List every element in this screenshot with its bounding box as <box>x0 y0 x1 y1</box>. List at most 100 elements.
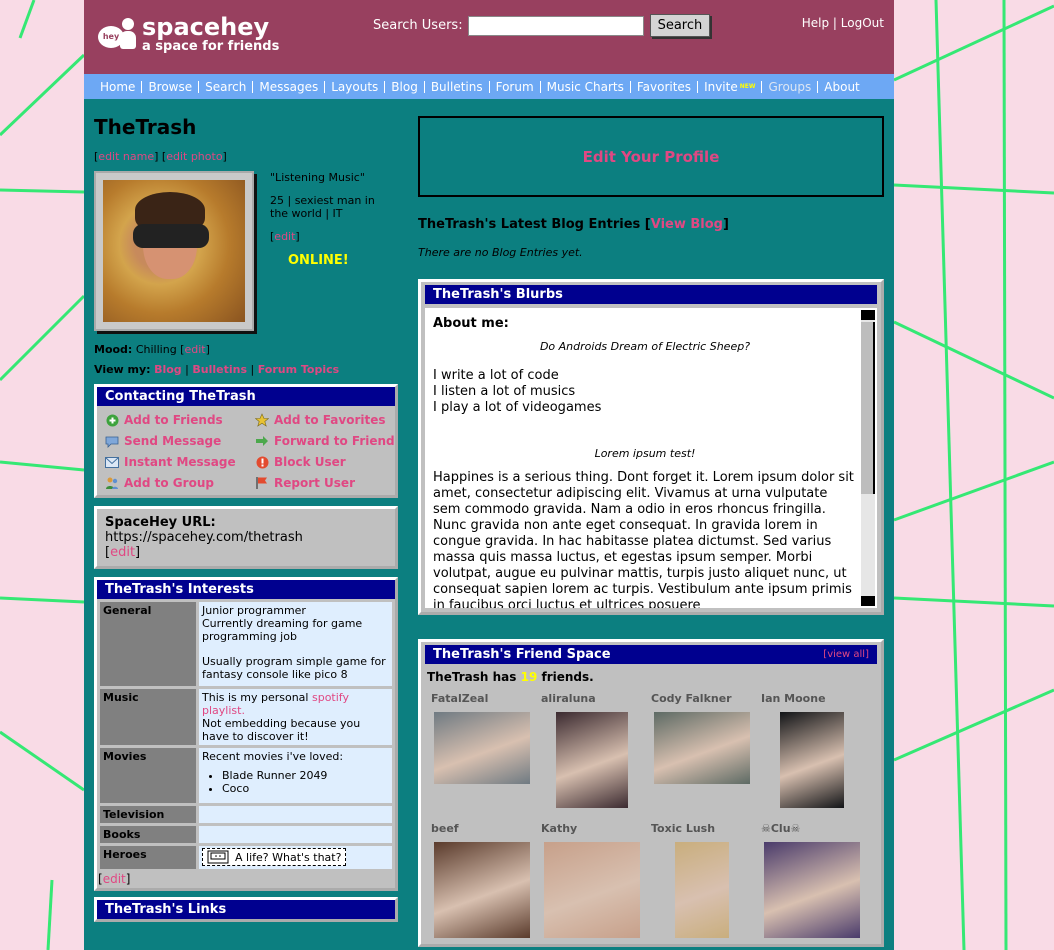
friend-name[interactable]: Cody Falkner <box>647 692 757 705</box>
movies-label: Movies <box>100 748 196 803</box>
general-line-1: Junior programmer <box>202 604 306 617</box>
nav-music-charts[interactable]: Music Charts <box>539 80 630 93</box>
nav-blog[interactable]: Blog <box>384 80 424 93</box>
nav-groups[interactable]: Groups <box>761 80 817 93</box>
edit-profile-button[interactable]: Edit Your Profile <box>418 116 884 197</box>
friend-card[interactable]: ☠Clu☠ <box>757 822 867 938</box>
edit-interests-link[interactable]: edit <box>103 872 126 886</box>
profile-photo[interactable] <box>94 171 254 331</box>
add-to-favorites-label: Add to Favorites <box>274 413 386 427</box>
nav-layouts[interactable]: Layouts <box>324 80 384 93</box>
instant-message-link[interactable]: Instant Message <box>105 455 255 469</box>
interest-row-heroes: Heroes A life? What's that? <box>100 846 392 869</box>
view-blog-link[interactable]: Blog <box>154 363 182 376</box>
movie-item: Blade Runner 2049 <box>222 769 389 782</box>
blurb-scrollbar[interactable] <box>861 310 875 606</box>
friend-name[interactable]: aliraluna <box>537 692 647 705</box>
friend-avatar[interactable] <box>764 842 860 938</box>
friend-card[interactable]: Toxic Lush <box>647 822 757 938</box>
edit-name-link[interactable]: edit name <box>98 150 154 163</box>
add-to-friends-label: Add to Friends <box>124 413 223 427</box>
spacehey-logo[interactable]: hey spacehey a space for friends <box>98 14 279 54</box>
search-input[interactable] <box>467 15 644 36</box>
nav-search[interactable]: Search <box>198 80 252 93</box>
friend-name[interactable]: Kathy <box>537 822 647 835</box>
friend-card[interactable]: Cody Falkner <box>647 692 757 808</box>
blurb-line: I play a lot of videogames <box>433 400 602 415</box>
interest-row-music: Music This is my personal spotify playli… <box>100 689 392 745</box>
online-status: ONLINE! <box>288 253 349 268</box>
send-message-link[interactable]: Send Message <box>105 434 255 448</box>
nav-forum[interactable]: Forum <box>488 80 540 93</box>
blurb-quote: Do Androids Dream of Electric Sheep? <box>539 340 751 353</box>
logo-name: spacehey <box>142 13 270 41</box>
forward-icon <box>255 434 269 448</box>
nav-browse[interactable]: Browse <box>141 80 198 93</box>
blog-title-suffix: ] <box>722 217 729 232</box>
friend-avatar[interactable] <box>654 712 750 784</box>
friend-name[interactable]: ☠Clu☠ <box>757 822 867 835</box>
friend-avatar[interactable] <box>675 842 729 938</box>
block-user-link[interactable]: Block User <box>255 455 405 469</box>
general-label: General <box>100 602 196 686</box>
nav-about[interactable]: About <box>817 80 865 93</box>
friend-card[interactable]: FatalZeal <box>427 692 537 808</box>
friend-avatar[interactable] <box>544 842 640 938</box>
friend-name[interactable]: Toxic Lush <box>647 822 757 835</box>
interests-box: TheTrash's Interests General Junior prog… <box>94 577 398 891</box>
contacting-box: Contacting TheTrash Add to Friends Add t… <box>94 384 398 498</box>
top-link-separator: | <box>832 16 837 30</box>
view-blog-button[interactable]: View Blog <box>651 217 723 232</box>
left-column: TheTrash [edit name] [edit photo] "Liste… <box>94 116 398 922</box>
television-label: Television <box>100 806 196 823</box>
forward-to-friend-label: Forward to Friend <box>274 434 395 448</box>
edit-url-link[interactable]: edit <box>110 545 135 560</box>
forward-to-friend-link[interactable]: Forward to Friend <box>255 434 405 448</box>
profile-url[interactable]: https://spacehey.com/thetrash <box>105 530 303 545</box>
friend-name[interactable]: beef <box>427 822 537 835</box>
edit-mood-link[interactable]: edit <box>184 343 205 356</box>
friend-card[interactable]: aliraluna <box>537 692 647 808</box>
friend-name[interactable]: Ian Moone <box>757 692 867 705</box>
friend-name[interactable]: FatalZeal <box>427 692 537 705</box>
profile-name: TheTrash <box>94 115 197 139</box>
mood-value: Chilling <box>135 343 177 356</box>
view-my-label: View my: <box>94 363 151 376</box>
nav-bulletins[interactable]: Bulletins <box>423 80 489 93</box>
add-to-friends-link[interactable]: Add to Friends <box>105 413 255 427</box>
top-links: Help | LogOut <box>802 16 884 30</box>
help-link[interactable]: Help <box>802 16 829 30</box>
add-to-group-link[interactable]: Add to Group <box>105 476 255 490</box>
logout-link[interactable]: LogOut <box>841 16 884 30</box>
friend-avatar[interactable] <box>780 712 844 808</box>
friend-avatar[interactable] <box>434 842 530 938</box>
view-bulletins-link[interactable]: Bulletins <box>192 363 247 376</box>
edit-info-link[interactable]: edit <box>274 230 295 243</box>
nav-favorites[interactable]: Favorites <box>629 80 697 93</box>
about-me-heading: About me: <box>433 316 509 331</box>
friend-card[interactable]: Ian Moone <box>757 692 867 808</box>
report-user-label: Report User <box>274 476 355 490</box>
mood-label: Mood: <box>94 343 133 356</box>
books-label: Books <box>100 826 196 843</box>
nav-messages[interactable]: Messages <box>252 80 324 93</box>
profile-details: 25 | sexiest man in the world | IT <box>270 194 375 220</box>
view-all-friends-link[interactable]: [view all] <box>823 649 869 660</box>
nav-invite[interactable]: Invite NEW <box>697 80 761 93</box>
blurbs-title: TheTrash's Blurbs <box>433 287 563 302</box>
search-button[interactable]: Search <box>649 14 711 37</box>
edit-photo-link[interactable]: edit photo <box>166 150 222 163</box>
friend-avatar[interactable] <box>434 712 530 784</box>
friend-avatar[interactable] <box>556 712 628 808</box>
report-user-link[interactable]: Report User <box>255 476 405 490</box>
blurb-paragraph: Happines is a serious thing. Dont forget… <box>433 470 854 608</box>
friend-card[interactable]: Kathy <box>537 822 647 938</box>
view-forum-topics-link[interactable]: Forum Topics <box>258 363 340 376</box>
friends-count-number: 19 <box>520 670 538 684</box>
add-to-favorites-link[interactable]: Add to Favorites <box>255 413 405 427</box>
friend-card[interactable]: beef <box>427 822 537 938</box>
blurbs-scroll-area[interactable]: About me: Do Androids Dream of Electric … <box>425 308 877 608</box>
mood: Mood: Chilling [edit] <box>94 343 210 356</box>
nav-home[interactable]: Home <box>94 81 141 93</box>
scrollbar-thumb[interactable] <box>861 322 875 494</box>
